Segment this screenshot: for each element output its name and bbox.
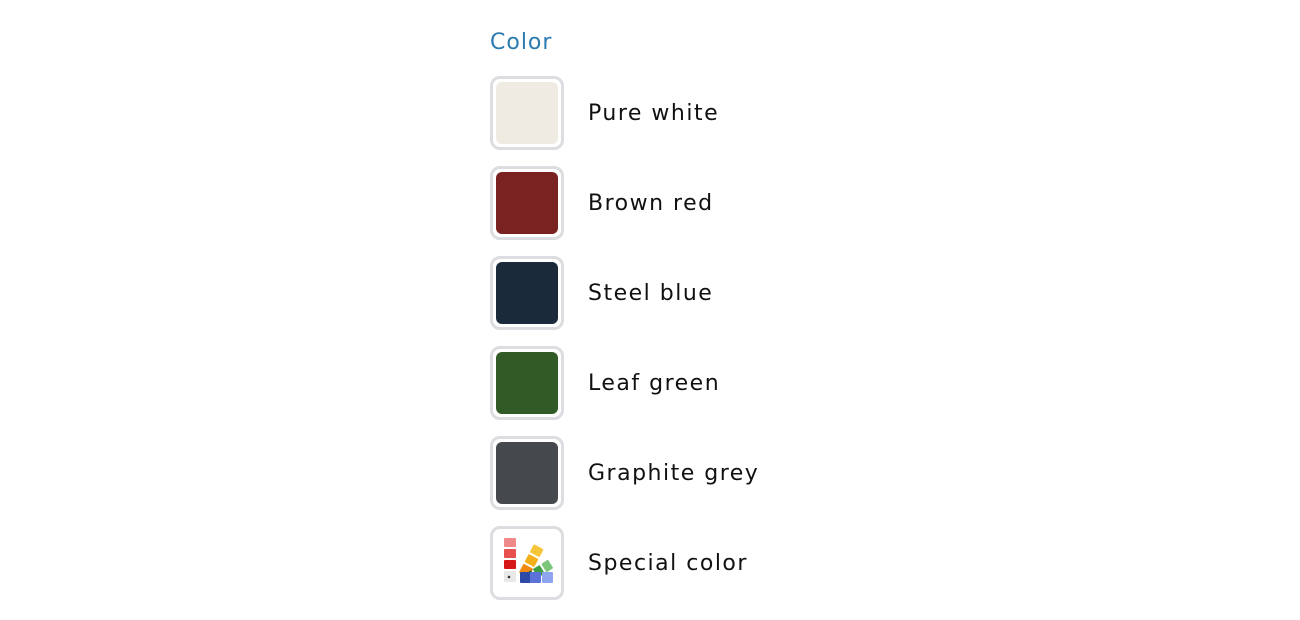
swatch-frame[interactable] (490, 256, 564, 330)
color-swatch-brown-red[interactable] (496, 172, 558, 234)
swatch-frame[interactable] (490, 76, 564, 150)
swatch-frame[interactable] (490, 436, 564, 510)
swatch-frame[interactable] (490, 526, 564, 600)
color-selector: Color Pure white Brown red Steel blue Le… (490, 28, 890, 608)
swatch-frame[interactable] (490, 346, 564, 420)
color-option-brown-red[interactable]: Brown red (490, 158, 890, 248)
color-swatch-pure-white[interactable] (496, 82, 558, 144)
color-fan-deck-icon[interactable] (496, 532, 558, 594)
color-section-label: Color (490, 30, 553, 55)
color-swatch-leaf-green[interactable] (496, 352, 558, 414)
color-option-label[interactable]: Steel blue (588, 281, 713, 306)
color-swatch-steel-blue[interactable] (496, 262, 558, 324)
color-option-graphite-grey[interactable]: Graphite grey (490, 428, 890, 518)
color-option-label[interactable]: Graphite grey (588, 461, 759, 486)
color-option-pure-white[interactable]: Pure white (490, 68, 890, 158)
color-option-label[interactable]: Pure white (588, 101, 719, 126)
color-options-list: Pure white Brown red Steel blue Leaf gre… (490, 68, 890, 608)
swatch-frame[interactable] (490, 166, 564, 240)
color-option-label[interactable]: Brown red (588, 191, 714, 216)
color-option-leaf-green[interactable]: Leaf green (490, 338, 890, 428)
color-option-steel-blue[interactable]: Steel blue (490, 248, 890, 338)
color-option-label[interactable]: Leaf green (588, 371, 720, 396)
color-option-special-color[interactable]: Special color (490, 518, 890, 608)
color-option-label[interactable]: Special color (588, 551, 748, 576)
color-swatch-graphite-grey[interactable] (496, 442, 558, 504)
